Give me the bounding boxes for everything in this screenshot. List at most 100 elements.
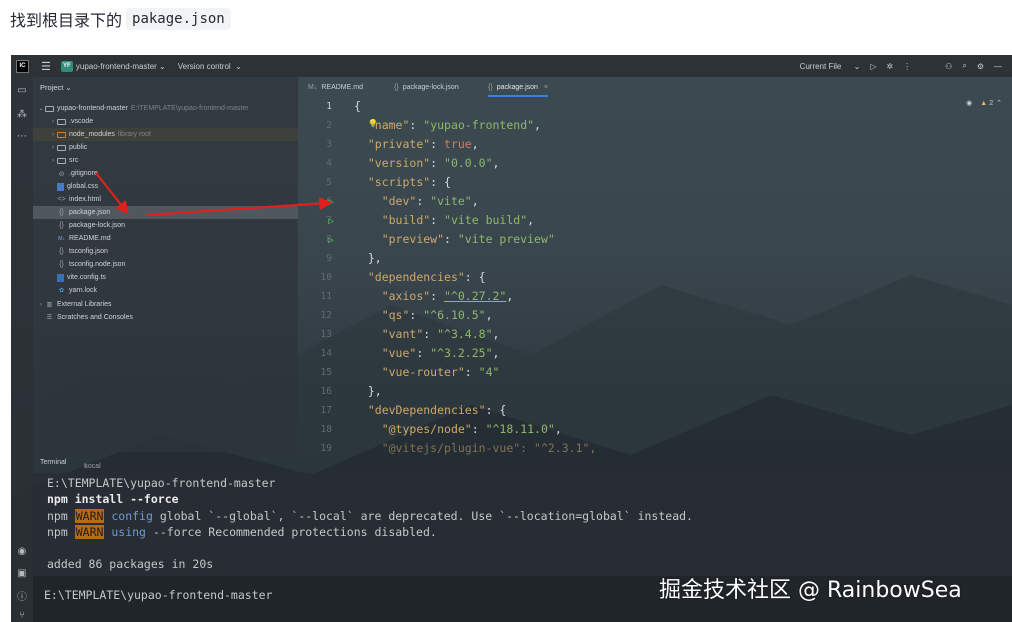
code-line: "version": "0.0.0", bbox=[367, 156, 500, 170]
more-icon[interactable]: ⋮ bbox=[903, 62, 911, 71]
tab-label: package-lock.json bbox=[402, 83, 459, 91]
run-icon[interactable]: ▷ bbox=[870, 62, 876, 71]
code-line: "vant": "^3.4.8", bbox=[381, 327, 500, 341]
problems-tool-icon[interactable]: ⓘ bbox=[15, 588, 29, 603]
gear-icon[interactable]: ⚙ bbox=[977, 62, 984, 71]
tab-package-lock[interactable]: {} package-lock.json bbox=[394, 77, 459, 97]
tree-item-vite-config[interactable]: vite.config.ts bbox=[33, 271, 298, 284]
json-key: "axios" bbox=[381, 289, 431, 303]
run-script-icon[interactable]: ▷ bbox=[328, 197, 334, 208]
line-number: 11 bbox=[320, 291, 332, 302]
json-key: "build" bbox=[381, 213, 431, 227]
chevron-right-icon: › bbox=[52, 144, 54, 151]
warn-badge: WARN bbox=[74, 525, 105, 539]
tree-item-tsconfig-node[interactable]: {} tsconfig.node.json bbox=[33, 258, 298, 271]
tree-item-label: tsconfig.json bbox=[69, 248, 108, 255]
tree-item-label: index.html bbox=[69, 196, 101, 203]
scratches-icon: ☰ bbox=[46, 315, 53, 321]
git-tool-icon[interactable]: ⑂ bbox=[15, 608, 29, 622]
project-panel-header[interactable]: Project ⌄ bbox=[40, 83, 72, 92]
tree-item-tsconfig[interactable]: {} tsconfig.json bbox=[33, 245, 298, 258]
json-value: "^18.11.0" bbox=[485, 422, 555, 436]
line-number: 8 bbox=[326, 234, 332, 245]
json-key: "preview" bbox=[381, 232, 445, 246]
terminal-tool-icon[interactable]: ▣ bbox=[15, 566, 29, 580]
run-script-icon[interactable]: ▷ bbox=[328, 235, 334, 246]
json-file-icon: {} bbox=[59, 248, 64, 255]
npm-label: npm bbox=[47, 509, 68, 523]
tree-item-label: yarn.lock bbox=[69, 287, 98, 294]
version-control-menu[interactable]: Version control ⌄ bbox=[178, 62, 242, 71]
line-number: 17 bbox=[320, 405, 332, 416]
tree-item-label: .gitignore bbox=[69, 170, 98, 177]
tree-item-scratches[interactable]: ☰ Scratches and Consoles bbox=[33, 311, 298, 324]
ide-screenshot: IC ☰ YF yupao-frontend-master ⌄ Version … bbox=[11, 55, 1012, 622]
tree-item-package-lock[interactable]: {} package-lock.json bbox=[33, 219, 298, 232]
tree-item-label: package.json bbox=[69, 209, 111, 216]
project-tool-icon[interactable]: ▭ bbox=[15, 83, 29, 97]
debug-icon[interactable]: ✲ bbox=[886, 62, 893, 71]
code-line: "qs": "^6.10.5", bbox=[381, 308, 493, 322]
tab-readme[interactable]: M↓ README.md bbox=[308, 77, 363, 97]
tree-item-vscode[interactable]: › .vscode bbox=[33, 115, 298, 128]
tree-item-public[interactable]: › public bbox=[33, 141, 298, 154]
tree-item-yarn-lock[interactable]: ✿ yarn.lock bbox=[33, 284, 298, 297]
tab-label: README.md bbox=[321, 83, 363, 91]
project-badge: YF bbox=[60, 60, 73, 72]
run-config-selector[interactable]: Current File ⌄ bbox=[800, 62, 861, 71]
chevron-down-icon: ⌄ bbox=[232, 61, 242, 71]
project-switcher[interactable]: YF yupao-frontend-master ⌄ bbox=[60, 60, 166, 72]
run-script-icon[interactable]: ▷ bbox=[328, 216, 334, 227]
code-line: "dependencies": { bbox=[367, 270, 486, 284]
code-line: "build": "vite build", bbox=[381, 213, 535, 227]
project-panel: Project ⌄ ⌄ yupao-frontend-master E:\TEM… bbox=[33, 77, 298, 452]
tab-label: package.json bbox=[496, 83, 538, 91]
version-control-label: Version control bbox=[177, 61, 231, 71]
chevron-down-icon: ⌄ bbox=[38, 106, 44, 112]
eye-icon: ◉ bbox=[966, 100, 973, 107]
line-number: 7 bbox=[326, 215, 332, 226]
close-icon[interactable]: × bbox=[544, 84, 548, 91]
minimize-icon[interactable]: — bbox=[994, 62, 1002, 71]
code-editor[interactable]: ◉ ▲ 2 ⌃ 1 2 3 4 5 6 7 8 9 10 11 12 13 14… bbox=[298, 97, 1012, 455]
line-number: 9 bbox=[326, 253, 332, 264]
hamburger-menu-icon[interactable]: ☰ bbox=[41, 60, 51, 73]
tree-item-node-modules[interactable]: › node_modules library root bbox=[33, 128, 298, 141]
editor-tabs: M↓ README.md {} package-lock.json {} pac… bbox=[298, 77, 1012, 97]
tree-root[interactable]: ⌄ yupao-frontend-master E:\TEMPLATE\yupa… bbox=[33, 102, 298, 115]
tree-item-external-libraries[interactable]: › ▥ External Libraries bbox=[33, 298, 298, 311]
json-value: "yupao-frontend" bbox=[423, 118, 535, 132]
tree-item-label: package-lock.json bbox=[69, 222, 126, 229]
search-icon[interactable]: ⌕ bbox=[962, 61, 966, 71]
tree-item-gitignore[interactable]: ⊘ .gitignore bbox=[33, 167, 298, 180]
json-key: "name" bbox=[367, 118, 410, 132]
npm-label: npm bbox=[47, 525, 68, 539]
tree-item-index-html[interactable]: <> index.html bbox=[33, 193, 298, 206]
terminal-tabs: Terminal Local × bbox=[33, 455, 1012, 473]
tree-item-label: External Libraries bbox=[57, 301, 112, 308]
excluded-folder-icon bbox=[57, 131, 66, 138]
terminal-warn-line: npm WARN using --force Recommended prote… bbox=[47, 525, 437, 539]
json-key: "vue" bbox=[381, 346, 417, 360]
inspection-widget[interactable]: ◉ ▲ 2 ⌃ bbox=[966, 99, 1002, 108]
more-tools-icon[interactable]: ⋯ bbox=[15, 129, 29, 143]
json-key: "devDependencies" bbox=[367, 403, 486, 417]
tree-item-label: vite.config.ts bbox=[67, 274, 106, 281]
chevron-right-icon: › bbox=[40, 301, 42, 308]
tree-item-global-css[interactable]: global.css bbox=[33, 180, 298, 193]
tab-package-json[interactable]: {} package.json × bbox=[488, 77, 549, 97]
tree-item-readme[interactable]: M↓ README.md bbox=[33, 232, 298, 245]
code-line: }, bbox=[354, 384, 382, 398]
user-icon[interactable]: ⚇ bbox=[945, 62, 952, 71]
tree-item-label: tsconfig.node.json bbox=[69, 261, 126, 268]
code-line: "name": "yupao-frontend", bbox=[367, 118, 541, 132]
title-bar: IC ☰ YF yupao-frontend-master ⌄ Version … bbox=[11, 55, 1012, 77]
close-icon[interactable]: × bbox=[84, 463, 88, 470]
warning-icon: ▲ bbox=[980, 99, 988, 107]
run-tool-icon[interactable]: ◉ bbox=[15, 544, 29, 558]
structure-tool-icon[interactable]: ⁂ bbox=[15, 107, 29, 121]
tree-item-package-json[interactable]: {} package.json bbox=[33, 206, 298, 219]
tree-item-src[interactable]: › src bbox=[33, 154, 298, 167]
tab-terminal[interactable]: Terminal bbox=[40, 459, 66, 466]
project-name: yupao-frontend-master bbox=[75, 61, 157, 71]
